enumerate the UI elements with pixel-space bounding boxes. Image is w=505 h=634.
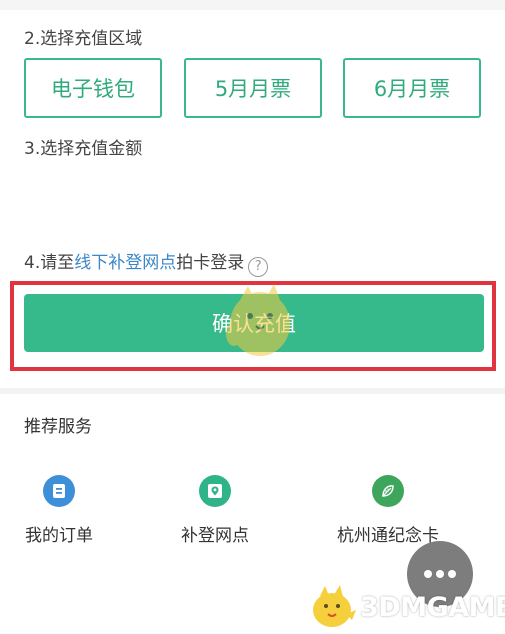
service-label: 补登网点 [181,526,249,546]
service-label: 我的订单 [25,526,93,546]
leaf-card-icon [372,475,404,507]
step4-instruction: 4.请至线下补登网点拍卡登录? [24,248,269,277]
area-button-label: 电子钱包 [51,77,135,101]
area-button-label: 6月月票 [373,77,451,101]
ellipsis-icon [424,570,456,578]
area-button-label: 5月月票 [214,77,292,101]
area-button-june-pass[interactable]: 6月月票 [343,58,481,118]
location-icon [199,475,231,507]
step2-label: 2.选择充值区域 [24,29,143,49]
top-divider [0,0,505,10]
recommended-services-title: 推荐服务 [24,417,92,437]
step4-suffix: 拍卡登录 [176,253,245,273]
service-commemorative-card[interactable]: 杭州通纪念卡 [318,475,458,546]
step4-prefix: 4.请至 [24,253,75,273]
area-button-wallet[interactable]: 电子钱包 [24,58,162,118]
mascot-watermark-icon [226,284,290,356]
service-my-orders[interactable]: 我的订单 [0,475,129,546]
offline-outlet-link[interactable]: 线下补登网点 [74,253,176,273]
service-outlets[interactable]: 补登网点 [145,475,285,546]
area-button-may-pass[interactable]: 5月月票 [184,58,322,118]
mascot-logo-icon [313,585,356,627]
brand-text: 3DMGAME [360,592,505,623]
order-icon [43,475,75,507]
step3-label: 3.选择充值金额 [24,139,143,159]
brand-watermark: 3DMGAME [308,584,505,630]
help-icon[interactable]: ? [248,256,269,277]
